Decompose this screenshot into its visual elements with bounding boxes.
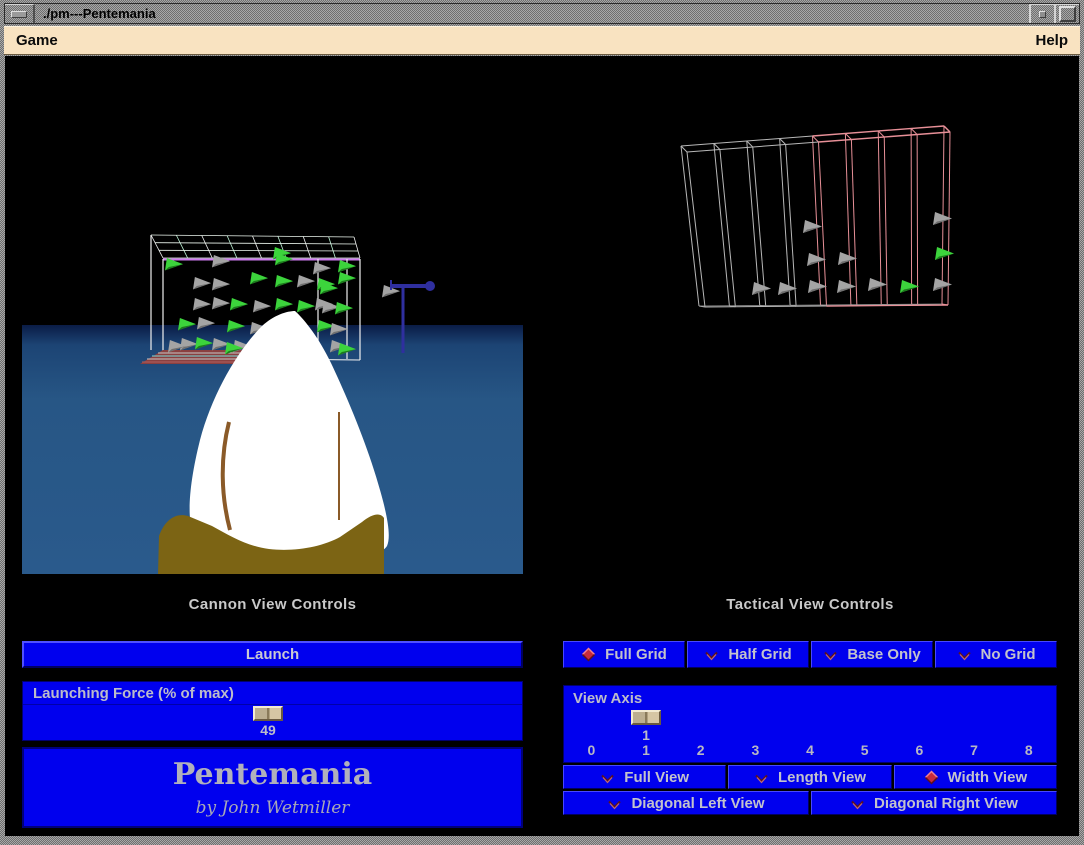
radio-diagonal-right-view[interactable]: Diagonal Right View [811,791,1057,815]
radio-full-view[interactable]: Full View [563,765,726,789]
radio-label: Diagonal Right View [874,795,1018,812]
axis-tick: 1 [619,742,674,758]
axis-tick: 6 [892,742,947,758]
tactical-markers [752,212,954,295]
radio-base-only[interactable]: Base Only [811,641,933,668]
app-window: ./pm---Pentemania Game Help [0,0,1084,845]
launch-force-label: Launching Force (% of max) [23,682,522,705]
minimize-button[interactable] [1029,4,1054,23]
cannon-viewport [22,60,523,574]
axis-tick: 5 [837,742,892,758]
window-menu-icon [11,11,27,18]
menu-game[interactable]: Game [16,32,58,49]
radio-full-grid[interactable]: Full Grid [563,641,685,668]
radio-label: Full View [624,769,689,786]
radio-diagonal-left-view[interactable]: Diagonal Left View [563,791,809,815]
axis-tick: 4 [783,742,838,758]
radio-indicator-icon [754,770,769,785]
launch-force-panel: Launching Force (% of max) 49 [22,681,523,741]
tactical-grid-slices [681,126,950,307]
main-content: Cannon View Controls Launch Launching Fo… [5,56,1079,836]
view-axis-label: View Axis [564,686,1056,709]
title-bar[interactable]: ./pm---Pentemania [4,3,1080,24]
radio-label: Width View [948,769,1028,786]
radio-width-view[interactable]: Width View [894,765,1057,789]
axis-tick: 2 [673,742,728,758]
launch-button[interactable]: Launch [22,641,523,668]
diagonal-view-radio-group: Diagonal Left View Diagonal Right View [563,791,1057,815]
cannon-section-title: Cannon View Controls [22,596,523,613]
window-title: ./pm---Pentemania [35,4,1029,23]
view-mode-radio-group: Full View Length View Width View [563,765,1057,789]
radio-no-grid[interactable]: No Grid [935,641,1057,668]
radio-half-grid[interactable]: Half Grid [687,641,809,668]
radio-indicator-icon [607,796,622,811]
minimize-icon [1039,11,1046,18]
radio-indicator-icon [581,647,596,662]
brand-title: Pentemania [24,757,521,792]
radio-indicator-icon [957,647,972,662]
menu-help[interactable]: Help [1035,32,1068,49]
axis-tick: 0 [564,742,619,758]
radio-label: Length View [778,769,866,786]
radio-label: No Grid [981,646,1036,663]
radio-indicator-icon [850,796,865,811]
axis-tick: 7 [947,742,1002,758]
view-axis-slider-thumb[interactable] [631,710,661,725]
launch-force-value: 49 [246,722,290,738]
radio-indicator-icon [600,770,615,785]
radio-label: Base Only [847,646,920,663]
radio-indicator-icon [823,647,838,662]
menu-bar: Game Help [4,26,1080,55]
radio-label: Half Grid [728,646,791,663]
axis-tick: 3 [728,742,783,758]
radio-length-view[interactable]: Length View [728,765,891,789]
maximize-icon [1059,6,1076,22]
brand-byline: by John Wetmiller [24,798,521,818]
radio-indicator-icon [924,770,939,785]
launch-force-slider-thumb[interactable] [253,706,283,721]
radio-label: Full Grid [605,646,667,663]
view-axis-panel: View Axis 1 0 1 2 3 4 5 6 7 8 [563,685,1057,763]
maximize-button[interactable] [1054,4,1079,23]
tactical-section-title: Tactical View Controls [563,596,1057,613]
tactical-viewport [650,115,960,315]
view-axis-scale: 0 1 2 3 4 5 6 7 8 [564,742,1056,758]
grid-mode-radio-group: Full Grid Half Grid Base Only No Grid [563,641,1057,668]
radio-indicator-icon [704,647,719,662]
radio-label: Diagonal Left View [631,795,764,812]
axis-tick: 8 [1001,742,1056,758]
view-axis-value: 1 [624,727,668,743]
window-menu-button[interactable] [5,4,35,23]
branding-panel: Pentemania by John Wetmiller [22,747,523,828]
